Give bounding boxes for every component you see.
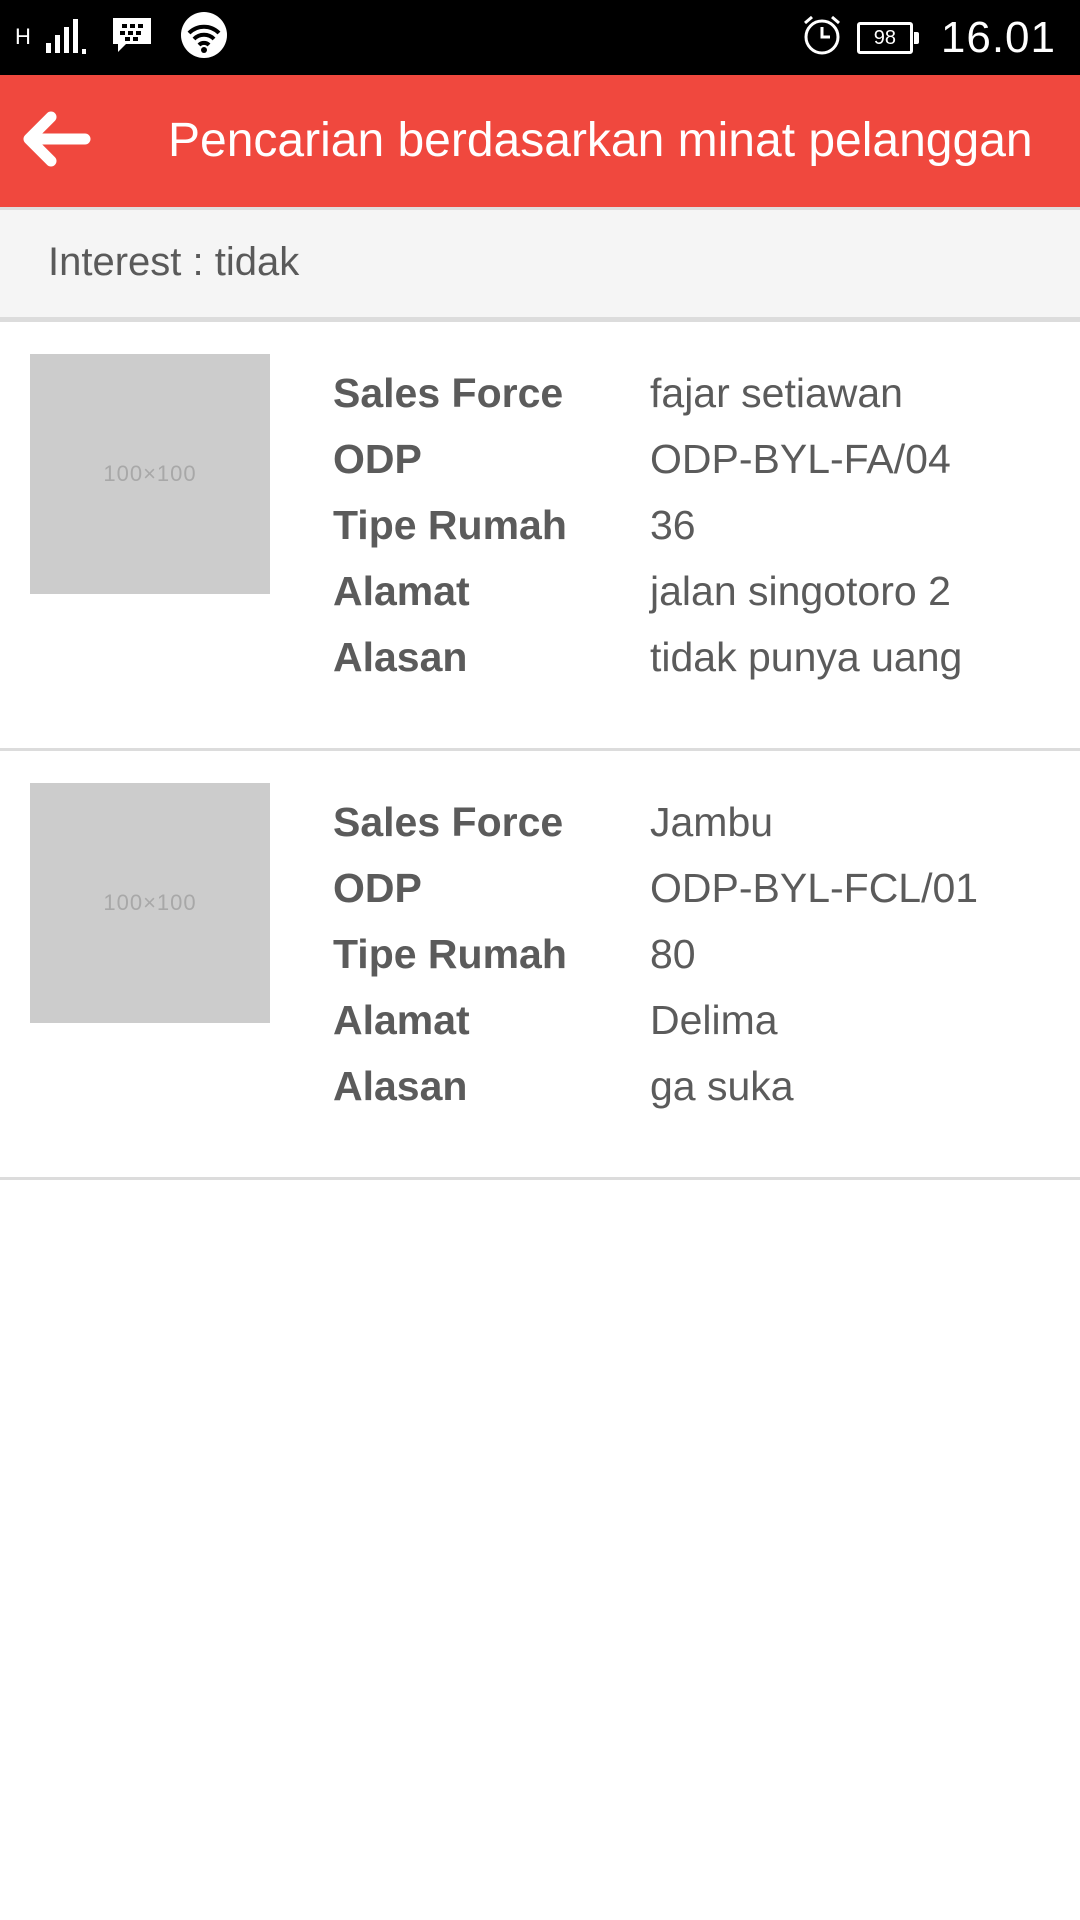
field-value: ODP-BYL-FCL/01 — [650, 864, 979, 911]
list-item[interactable]: 100×100 Sales Force Jambu ODP ODP-BYL-FC… — [0, 751, 1080, 1180]
thumbnail-label: 100×100 — [103, 461, 197, 486]
field-label: Alamat — [333, 996, 470, 1043]
interest-filter-bar: Interest : tidak — [0, 207, 1080, 322]
battery-level: 98 — [856, 21, 913, 54]
thumbnail-placeholder: 100×100 — [30, 783, 270, 1023]
item-details: Sales Force Jambu ODP ODP-BYL-FCL/01 Tip… — [333, 789, 978, 1119]
field-value: Delima — [650, 996, 778, 1043]
field-value: tidak punya uang — [650, 633, 963, 680]
field-value: jalan singotoro 2 — [650, 567, 951, 614]
field-row-odp: ODP ODP-BYL-FCL/01 — [333, 855, 978, 921]
field-label: ODP — [333, 435, 422, 482]
field-value: 80 — [650, 930, 696, 977]
field-row-alasan: Alasan ga suka — [333, 1053, 978, 1119]
field-row-odp: ODP ODP-BYL-FA/04 — [333, 426, 962, 492]
field-row-alamat: Alamat Delima — [333, 987, 978, 1053]
interest-filter-text: Interest : tidak — [48, 240, 300, 284]
item-details: Sales Force fajar setiawan ODP ODP-BYL-F… — [333, 360, 962, 690]
field-label: Tipe Rumah — [333, 930, 567, 977]
wifi-icon — [180, 11, 228, 64]
field-row-sales-force: Sales Force Jambu — [333, 789, 978, 855]
list-item[interactable]: 100×100 Sales Force fajar setiawan ODP O… — [0, 322, 1080, 751]
battery-icon: 98 — [856, 21, 919, 54]
arrow-left-icon — [21, 111, 91, 172]
field-value: Jambu — [650, 798, 774, 845]
field-row-alamat: Alamat jalan singotoro 2 — [333, 558, 962, 624]
field-label: Sales Force — [333, 798, 564, 845]
field-row-tipe-rumah: Tipe Rumah 36 — [333, 492, 962, 558]
alarm-clock-icon — [801, 13, 843, 62]
field-value: ODP-BYL-FA/04 — [650, 435, 951, 482]
status-right-icons: 98 16.01 — [801, 0, 1056, 75]
field-value: ga suka — [650, 1062, 794, 1109]
thumbnail-label: 100×100 — [103, 890, 197, 915]
bbm-notification-icon — [110, 15, 154, 60]
field-label: Sales Force — [333, 369, 564, 416]
field-row-sales-force: Sales Force fajar setiawan — [333, 360, 962, 426]
field-row-tipe-rumah: Tipe Rumah 80 — [333, 921, 978, 987]
network-type-indicator: H — [15, 24, 31, 49]
field-label: Alasan — [333, 1062, 468, 1109]
status-left-icons: H — [8, 11, 228, 64]
field-label: Alasan — [333, 633, 468, 680]
field-label: Alamat — [333, 567, 470, 614]
status-bar: H 98 16.01 — [0, 0, 1080, 75]
customer-list: 100×100 Sales Force fajar setiawan ODP O… — [0, 322, 1080, 1180]
field-value: fajar setiawan — [650, 369, 903, 416]
field-label: ODP — [333, 864, 422, 911]
status-clock: 16.01 — [940, 12, 1056, 62]
field-row-alasan: Alasan tidak punya uang — [333, 624, 962, 690]
field-value: 36 — [650, 501, 696, 548]
back-button[interactable] — [18, 105, 94, 177]
signal-strength-icon — [44, 15, 88, 60]
field-label: Tipe Rumah — [333, 501, 567, 548]
app-bar: Pencarian berdasarkan minat pelanggan — [0, 75, 1080, 207]
thumbnail-placeholder: 100×100 — [30, 354, 270, 594]
page-title: Pencarian berdasarkan minat pelanggan — [168, 114, 1033, 167]
